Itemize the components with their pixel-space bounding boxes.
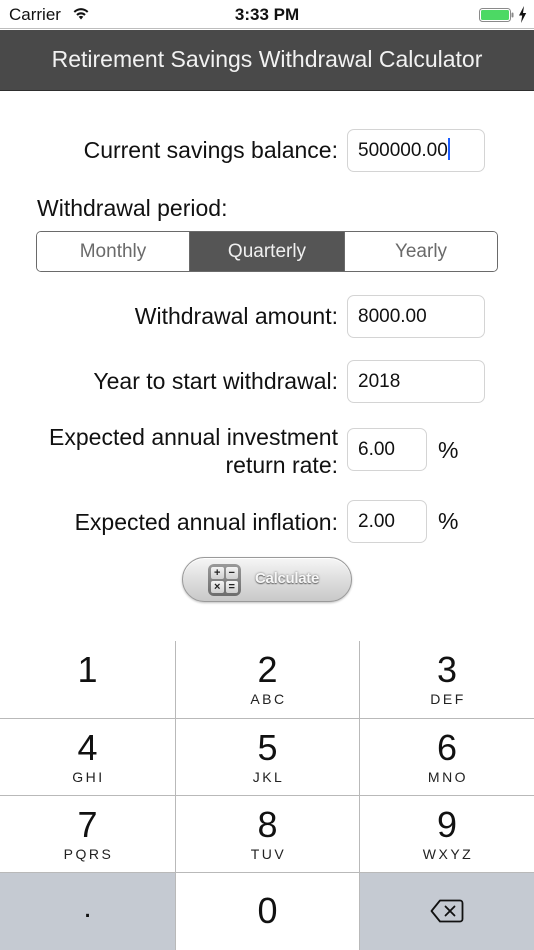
key-letters: GHI [72, 769, 105, 785]
key-letters: JKL [252, 769, 285, 785]
key-decimal-label: . [83, 891, 92, 924]
inflation-value: 2.00 [358, 511, 395, 532]
period-segmented-control: Monthly Quarterly Yearly [36, 231, 498, 272]
inflation-field[interactable]: 2.00 [347, 500, 427, 543]
return-rate-label-line2: return rate: [225, 452, 339, 478]
start-year-value: 2018 [358, 371, 401, 392]
key-letters: ABC [250, 691, 287, 707]
key-digit: 1 [77, 649, 98, 690]
plus-symbol: + [211, 567, 224, 579]
clock: 3:33 PM [234, 5, 300, 24]
start-year-label: Year to start withdrawal: [93, 368, 338, 394]
key-1[interactable]: 1 [0, 641, 175, 718]
battery-icon [479, 8, 514, 22]
key-6[interactable]: 6 MNO [360, 719, 534, 795]
amount-field[interactable]: 8000.00 [347, 295, 485, 338]
start-year-field[interactable]: 2018 [347, 360, 485, 403]
inflation-label: Expected annual inflation: [74, 509, 338, 535]
numeric-keypad: 1 2 ABC 3 DEF 4 GHI 5 JKL 6 MNO 7 PQRS 8… [0, 641, 534, 950]
return-rate-value: 6.00 [358, 439, 395, 460]
key-letters: WXYZ [422, 846, 474, 862]
key-9[interactable]: 9 WXYZ [360, 796, 534, 872]
times-symbol: × [211, 581, 224, 593]
nav-bar: Retirement Savings Withdrawal Calculator [0, 30, 534, 91]
segment-quarterly[interactable]: Quarterly [189, 232, 344, 271]
key-decimal[interactable]: . [0, 873, 175, 950]
key-2[interactable]: 2 ABC [176, 641, 359, 718]
key-digit: 6 [436, 727, 458, 768]
key-letters: DEF [430, 691, 466, 707]
key-digit: 2 [257, 649, 278, 690]
return-rate-field[interactable]: 6.00 [347, 428, 427, 471]
key-digit: 5 [257, 727, 278, 768]
key-7[interactable]: 7 PQRS [0, 796, 175, 872]
return-rate-percent: % [438, 437, 459, 463]
minus-symbol: − [225, 567, 238, 579]
key-letters: TUV [250, 846, 287, 862]
key-digit: 9 [436, 804, 458, 845]
status-bar: Carrier 3:33 PM [0, 0, 534, 29]
key-5[interactable]: 5 JKL [176, 719, 359, 795]
keypad-divider [0, 872, 534, 873]
balance-value: 500000.00 [358, 140, 448, 161]
key-digit: 3 [436, 649, 458, 690]
key-digit: 8 [257, 804, 278, 845]
key-4[interactable]: 4 GHI [0, 719, 175, 795]
amount-label: Withdrawal amount: [134, 303, 338, 329]
text-cursor [447, 137, 450, 160]
key-0[interactable]: 0 [176, 873, 359, 950]
key-digit: 4 [77, 727, 98, 768]
key-delete[interactable] [360, 873, 534, 950]
keypad-divider [0, 718, 534, 719]
inflation-percent: % [438, 508, 459, 534]
key-digit: 7 [77, 804, 98, 845]
calculate-button-label: Calculate [255, 570, 319, 587]
backspace-icon [430, 899, 464, 923]
segment-monthly[interactable]: Monthly [37, 232, 189, 271]
key-letters: PQRS [63, 846, 114, 862]
key-8[interactable]: 8 TUV [176, 796, 359, 872]
balance-label: Current savings balance: [83, 137, 338, 163]
return-rate-label-line1: Expected annual investment [49, 424, 338, 450]
balance-field[interactable]: 500000.00 [347, 129, 485, 172]
period-label: Withdrawal period: [37, 195, 228, 221]
charging-bolt-icon [519, 6, 527, 23]
key-3[interactable]: 3 DEF [360, 641, 534, 718]
amount-value: 8000.00 [358, 306, 427, 327]
calculator-icon: + − × = [208, 564, 241, 596]
key-letters: MNO [427, 769, 469, 785]
equals-symbol: = [225, 581, 238, 593]
segment-yearly[interactable]: Yearly [344, 232, 497, 271]
keypad-divider [0, 795, 534, 796]
calculate-button[interactable]: + − × = Calculate [182, 557, 352, 602]
page-title: Retirement Savings Withdrawal Calculator [51, 46, 483, 72]
key-digit: 0 [257, 890, 278, 931]
